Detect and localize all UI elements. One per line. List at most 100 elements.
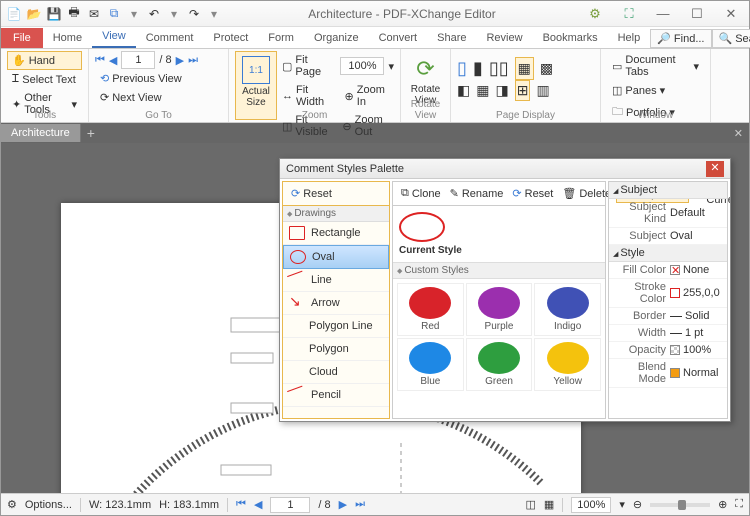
drawing-item-oval[interactable]: Oval <box>283 245 389 269</box>
save-icon[interactable]: 💾 <box>45 5 63 23</box>
layout-status2-icon[interactable]: ▦ <box>544 498 554 511</box>
width-value[interactable]: 1 pt <box>670 327 723 339</box>
first-page-icon[interactable]: ⏮ <box>95 54 105 67</box>
zoom-in-button[interactable]: ⊕Zoom In <box>340 81 394 111</box>
swatch-purple[interactable]: Purple <box>466 283 533 336</box>
drawing-item-line[interactable]: Line <box>283 269 389 292</box>
status-nav-icon[interactable]: ⏮ <box>236 498 246 511</box>
drawing-item-arrow[interactable]: Arrow <box>283 292 389 315</box>
chevron-down-icon[interactable]: ▾ <box>388 60 394 73</box>
tab-review[interactable]: Review <box>476 28 532 48</box>
swatch-green[interactable]: Green <box>466 338 533 391</box>
close-icon[interactable]: ✕ <box>717 6 745 22</box>
tab-share[interactable]: Share <box>427 28 476 48</box>
zoom-drop-icon[interactable]: ▾ <box>619 498 625 511</box>
fill-color-value[interactable]: ✕None <box>670 264 723 276</box>
select-text-tool[interactable]: ᏆSelect Text <box>7 70 82 89</box>
pd2-icon[interactable]: ▦ <box>476 82 489 99</box>
tab-protect[interactable]: Protect <box>203 28 258 48</box>
tab-comment[interactable]: Comment <box>136 28 204 48</box>
print-icon[interactable]: 🖶 <box>65 5 83 23</box>
prev-page-icon[interactable]: ◀ <box>109 54 117 67</box>
gear-icon[interactable]: ⚙ <box>7 498 17 511</box>
tab-bookmarks[interactable]: Bookmarks <box>533 28 608 48</box>
previous-view-button[interactable]: ⟲Previous View <box>95 69 222 88</box>
status-prev-icon[interactable]: ◀ <box>254 498 262 511</box>
border-value[interactable]: Solid <box>670 310 723 322</box>
continuous-icon[interactable]: ▮ <box>473 58 483 79</box>
maximize-icon[interactable]: ☐ <box>683 6 711 22</box>
undo-icon[interactable]: ↶ <box>145 5 163 23</box>
file-tab[interactable]: File <box>1 28 43 48</box>
stroke-color-value[interactable]: 255,0,0 <box>670 281 723 305</box>
tab-home[interactable]: Home <box>43 28 92 48</box>
undo-drop-icon[interactable]: ▾ <box>165 5 183 23</box>
pd1-icon[interactable]: ◧ <box>457 82 470 99</box>
status-next-icon[interactable]: ▶ <box>339 498 347 511</box>
fit-status-icon[interactable]: ⛶ <box>735 498 743 511</box>
last-page-icon[interactable]: ⏭ <box>188 54 198 67</box>
blend-value[interactable]: Normal <box>670 361 723 385</box>
find-button[interactable]: 🔎Find... <box>650 29 711 48</box>
status-page-input[interactable] <box>270 497 310 513</box>
hand-tool[interactable]: ✋Hand <box>7 51 82 70</box>
minimize-icon[interactable]: — <box>649 6 677 21</box>
panes-button[interactable]: ◫Panes▾ <box>607 81 704 100</box>
tab-organize[interactable]: Organize <box>304 28 369 48</box>
current-style[interactable]: Current Style <box>393 206 605 263</box>
pd4-icon[interactable]: ⊞ <box>515 80 531 101</box>
drawing-item-polygon[interactable]: Polygon <box>283 338 389 361</box>
tab-form[interactable]: Form <box>258 28 304 48</box>
drawing-item-cloud[interactable]: Cloud <box>283 361 389 384</box>
style-section[interactable]: Style <box>609 245 727 262</box>
qat-dropdown-icon[interactable]: ▾ <box>125 5 143 23</box>
drawing-item-polygon-line[interactable]: Polygon Line <box>283 315 389 338</box>
rename-button[interactable]: ✎Rename <box>446 185 508 202</box>
options-button[interactable]: Options... <box>25 499 72 511</box>
two-page-icon[interactable]: ▯▯ <box>489 58 509 79</box>
search-button[interactable]: 🔍Search... <box>712 29 750 48</box>
pd3-icon[interactable]: ◨ <box>495 82 508 99</box>
tab-convert[interactable]: Convert <box>369 28 428 48</box>
opacity-value[interactable]: 100% <box>670 344 723 356</box>
layout-status-icon[interactable]: ◫ <box>526 498 536 511</box>
next-view-button[interactable]: ⟳Next View <box>95 88 222 107</box>
document-tab[interactable]: Architecture <box>1 124 81 142</box>
zoom-input[interactable] <box>340 57 384 75</box>
launch-icon[interactable]: ⛶ <box>615 6 643 22</box>
swatch-blue[interactable]: Blue <box>397 338 464 391</box>
fit-page-button[interactable]: ▢Fit Page <box>277 51 336 81</box>
swatch-indigo[interactable]: Indigo <box>534 283 601 336</box>
open-icon[interactable]: 📂 <box>25 5 43 23</box>
subject-section[interactable]: Subject <box>609 182 727 199</box>
new-tab-button[interactable]: + <box>81 125 101 141</box>
drawing-item-pencil[interactable]: Pencil <box>283 384 389 407</box>
status-last-icon[interactable]: ⏭ <box>355 498 365 511</box>
tab-close-icon[interactable]: ✕ <box>728 127 749 140</box>
palette-titlebar[interactable]: Comment Styles Palette ✕ <box>280 159 730 179</box>
layout-icon[interactable]: ▦ <box>515 57 534 80</box>
redo-icon[interactable]: ↷ <box>185 5 203 23</box>
ui-options-icon[interactable]: ⚙ <box>581 6 609 22</box>
page-input[interactable] <box>121 51 155 69</box>
drawing-item-rectangle[interactable]: Rectangle <box>283 222 389 245</box>
reset-button[interactable]: ⟳Reset <box>287 185 336 202</box>
scan-icon[interactable]: ⧉ <box>105 5 123 23</box>
single-page-icon[interactable]: ▯ <box>457 58 467 79</box>
status-zoom-input[interactable] <box>571 497 611 513</box>
palette-close-button[interactable]: ✕ <box>706 161 724 177</box>
tab-view[interactable]: View <box>92 26 136 48</box>
clone-button[interactable]: ⧉Clone <box>397 185 445 202</box>
delete-button[interactable]: 🗑Delete <box>558 185 615 202</box>
zoom-out-status[interactable]: ⊖ <box>633 498 642 511</box>
document-tabs-button[interactable]: ▭Document Tabs▾ <box>607 51 704 81</box>
swatch-red[interactable]: Red <box>397 283 464 336</box>
pd5-icon[interactable]: ▥ <box>536 82 549 99</box>
fit-width-button[interactable]: ↔Fit Width <box>277 81 336 111</box>
zoom-slider[interactable] <box>650 503 710 507</box>
swatch-yellow[interactable]: Yellow <box>534 338 601 391</box>
reset-styles-button[interactable]: ⟳Reset <box>508 185 557 202</box>
next-page-icon[interactable]: ▶ <box>176 54 184 67</box>
subject-value[interactable]: Oval <box>670 230 723 242</box>
layout2-icon[interactable]: ▩ <box>540 60 553 77</box>
